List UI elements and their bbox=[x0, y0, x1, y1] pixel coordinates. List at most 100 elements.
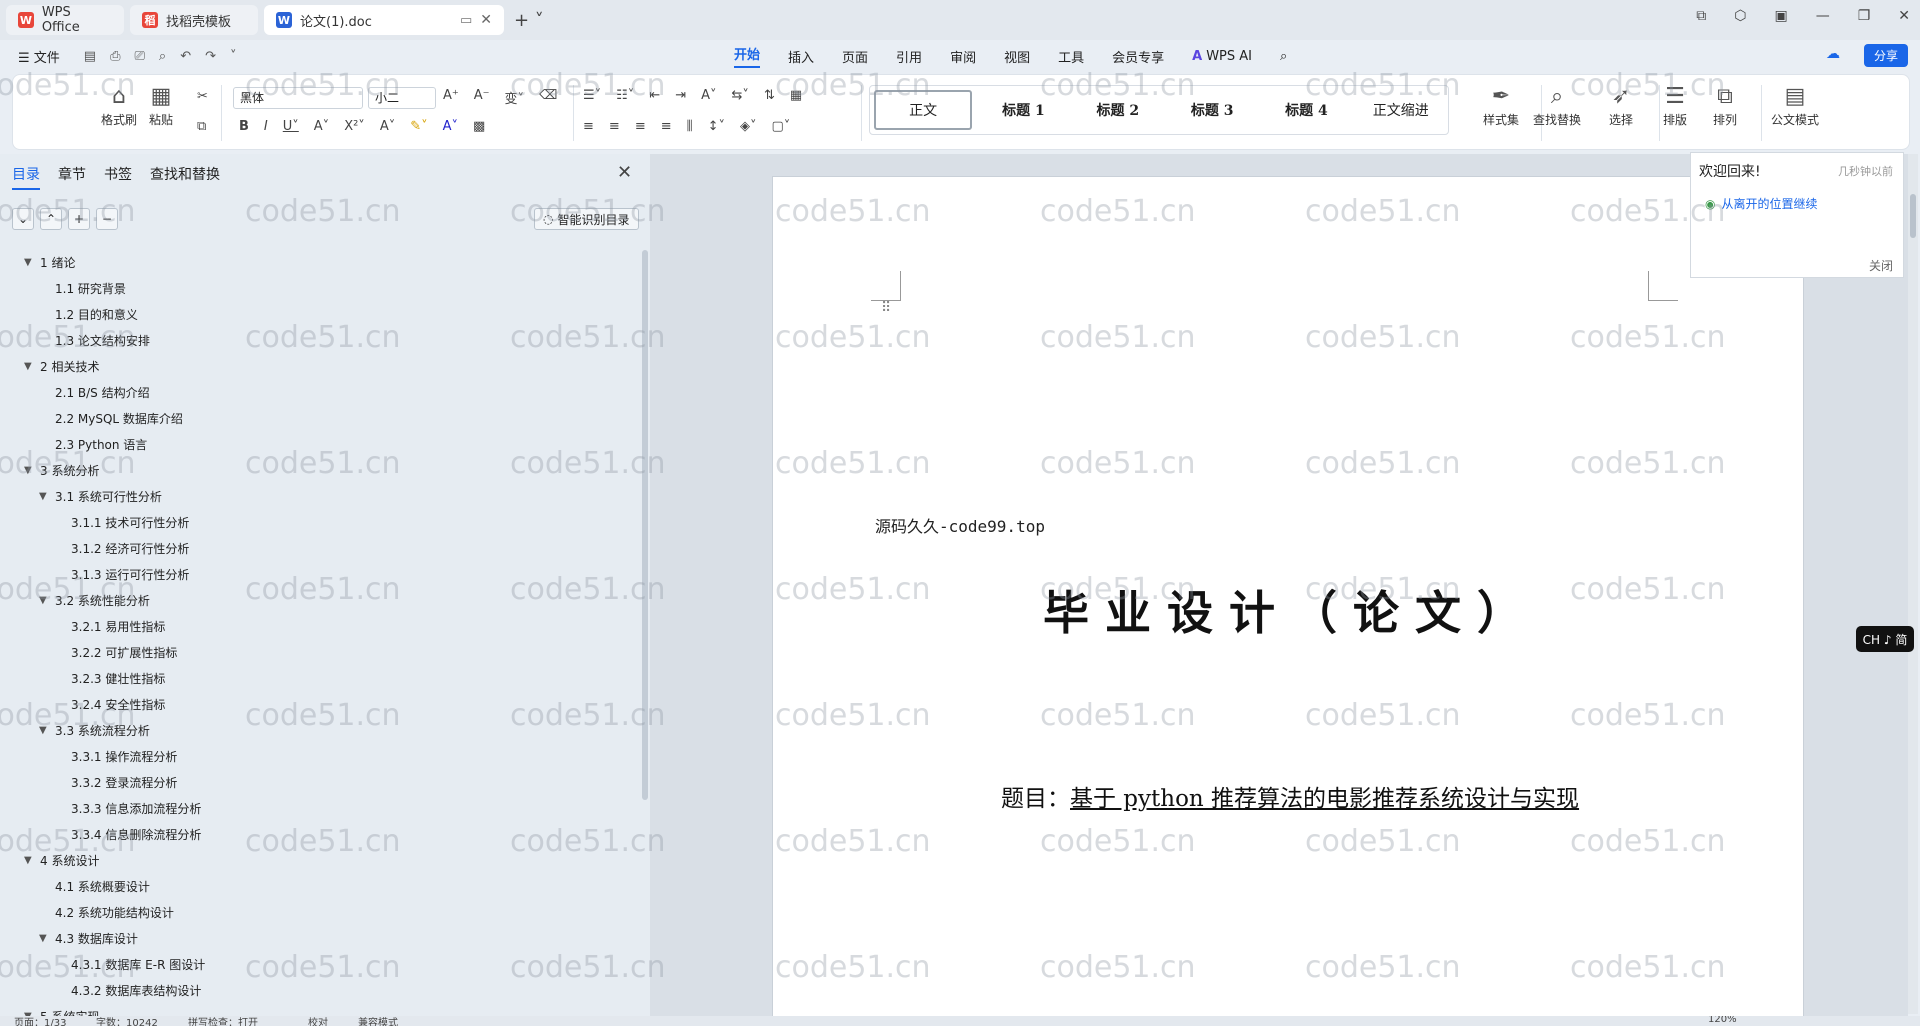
collapse-arrow-icon[interactable]: ▼ bbox=[39, 588, 47, 614]
justify-icon[interactable]: ≡ bbox=[661, 119, 672, 134]
print-icon[interactable]: ⎚ bbox=[135, 49, 145, 64]
nav-tab-bookmarks[interactable]: 书签 bbox=[104, 164, 132, 190]
toc-item[interactable]: ▼ 3.1 系统可行性分析 bbox=[0, 484, 640, 510]
paste-button[interactable]: ▦ 粘贴 bbox=[149, 83, 173, 128]
status-proof[interactable]: 校对 bbox=[308, 1016, 328, 1026]
collapse-arrow-icon[interactable]: ▼ bbox=[24, 354, 32, 380]
tab-document[interactable]: W 论文(1).doc ▭ ✕ bbox=[264, 5, 504, 35]
preview-icon[interactable]: ⌕ bbox=[159, 49, 166, 64]
file-menu[interactable]: ☰ 文件 bbox=[18, 47, 60, 66]
style-heading-2[interactable]: 标题 2 bbox=[1071, 100, 1165, 120]
toc-item[interactable]: ▼ 4 系统设计 bbox=[0, 848, 640, 874]
tab-home[interactable]: 开始 bbox=[734, 44, 761, 68]
doc-mode-button[interactable]: ▤ 公文模式 bbox=[1771, 83, 1819, 128]
line-break-icon[interactable]: ⇆˅ bbox=[732, 88, 749, 103]
add-heading-icon[interactable]: + bbox=[68, 208, 90, 230]
toc-item[interactable]: 4.1 系统概要设计 bbox=[0, 874, 640, 900]
char-shading-icon[interactable]: ▩ bbox=[473, 119, 485, 134]
find-replace-button[interactable]: ⌕ 查找替换 bbox=[1533, 83, 1581, 128]
collapse-arrow-icon[interactable]: ▼ bbox=[39, 718, 47, 744]
ime-indicator[interactable]: CH ♪ 简 bbox=[1856, 626, 1914, 652]
toc-item[interactable]: 1.3 论文结构安排 bbox=[0, 328, 640, 354]
font-size-select[interactable]: 小二 bbox=[368, 87, 436, 109]
arrange-button[interactable]: ⧉ 排列 bbox=[1713, 83, 1737, 128]
sort-icon[interactable]: ⇅ bbox=[764, 88, 775, 103]
nav-tab-chapters[interactable]: 章节 bbox=[58, 164, 86, 190]
style-indent[interactable]: 正文缩进 bbox=[1354, 100, 1448, 120]
toc-item[interactable]: 4.3.1 数据库 E-R 图设计 bbox=[0, 952, 640, 978]
toc-item[interactable]: 3.3.3 信息添加流程分析 bbox=[0, 796, 640, 822]
export-icon[interactable]: ⎙ bbox=[110, 49, 120, 64]
italic-icon[interactable]: I bbox=[264, 119, 268, 134]
search-icon[interactable]: ⌕ bbox=[1280, 49, 1287, 64]
new-tab-icon[interactable]: + ˅ bbox=[514, 10, 544, 31]
layout-button[interactable]: ☰ 排版 bbox=[1663, 83, 1687, 128]
font-color-icon[interactable]: A˅ bbox=[443, 119, 458, 134]
text-effect-icon[interactable]: A˅ bbox=[380, 119, 395, 134]
cloud-upload-icon[interactable]: ☁ bbox=[1826, 46, 1840, 62]
align-left-icon[interactable]: ≡ bbox=[583, 119, 594, 134]
style-heading-1[interactable]: 标题 1 bbox=[976, 100, 1070, 120]
status-zoom[interactable]: 120% bbox=[1708, 1016, 1737, 1025]
status-page[interactable]: 页面：1/33 bbox=[14, 1016, 66, 1026]
highlight-icon[interactable]: ✎˅ bbox=[410, 119, 427, 134]
toc-item[interactable]: 2.3 Python 语言 bbox=[0, 432, 640, 458]
style-normal[interactable]: 正文 bbox=[874, 90, 973, 130]
text-direction-icon[interactable]: A˅ bbox=[701, 88, 716, 103]
collapse-arrow-icon[interactable]: ▼ bbox=[24, 458, 32, 484]
nav-scrollbar[interactable] bbox=[642, 250, 648, 800]
box-icon[interactable]: ⬡ bbox=[1734, 8, 1746, 24]
toc-item[interactable]: 3.3.4 信息删除流程分析 bbox=[0, 822, 640, 848]
tab-references[interactable]: 引用 bbox=[896, 47, 922, 66]
notice-close-button[interactable]: 关闭 bbox=[1869, 257, 1893, 274]
toc-item[interactable]: 3.2.3 健壮性指标 bbox=[0, 666, 640, 692]
toc-item[interactable]: 1.1 研究背景 bbox=[0, 276, 640, 302]
expand-all-icon[interactable]: ⌄ bbox=[12, 208, 34, 230]
toc-item[interactable]: 1.2 目的和意义 bbox=[0, 302, 640, 328]
toc-item[interactable]: 4.3.2 数据库表结构设计 bbox=[0, 978, 640, 1004]
tab-insert[interactable]: 插入 bbox=[788, 47, 814, 66]
distribute-icon[interactable]: ⫼ bbox=[687, 119, 693, 134]
tab-member[interactable]: 会员专享 bbox=[1112, 47, 1164, 66]
toc-item[interactable]: 3.2.4 安全性指标 bbox=[0, 692, 640, 718]
toc-item[interactable]: 3.2.2 可扩展性指标 bbox=[0, 640, 640, 666]
toc-item[interactable]: 4.2 系统功能结构设计 bbox=[0, 900, 640, 926]
toc-item[interactable]: ▼ 2 相关技术 bbox=[0, 354, 640, 380]
toc-item[interactable]: 3.3.2 登录流程分析 bbox=[0, 770, 640, 796]
superscript-icon[interactable]: X²˅ bbox=[344, 119, 365, 134]
undo-icon[interactable]: ↶ bbox=[180, 49, 191, 64]
toc-item[interactable]: 3.3.1 操作流程分析 bbox=[0, 744, 640, 770]
border-icon[interactable]: ▢˅ bbox=[772, 119, 791, 134]
resume-link[interactable]: ◉ 从离开的位置继续 bbox=[1705, 195, 1818, 212]
numbered-list-icon[interactable]: ☷˅ bbox=[616, 88, 634, 103]
nav-tab-find-replace[interactable]: 查找和替换 bbox=[150, 164, 220, 190]
quick-dropdown-icon[interactable]: ˅ bbox=[230, 49, 237, 64]
table-handle-icon[interactable]: ⠿ bbox=[881, 300, 891, 316]
bold-icon[interactable]: B bbox=[239, 119, 249, 134]
layout-icon[interactable]: ⧉ bbox=[1696, 8, 1706, 24]
restore-icon[interactable]: ❐ bbox=[1858, 8, 1871, 24]
toc-item[interactable]: 2.2 MySQL 数据库介绍 bbox=[0, 406, 640, 432]
collapse-arrow-icon[interactable]: ▼ bbox=[24, 250, 32, 276]
align-right-icon[interactable]: ≡ bbox=[635, 119, 646, 134]
redo-icon[interactable]: ↷ bbox=[205, 49, 216, 64]
document-page[interactable]: ⠿ 源码久久-code99.top 毕业设计（论文） 题目：基于 python … bbox=[772, 176, 1804, 1026]
bullet-list-icon[interactable]: ☰˅ bbox=[583, 88, 601, 103]
minimize-icon[interactable]: — bbox=[1816, 8, 1830, 24]
grow-font-icon[interactable]: A⁺ bbox=[443, 88, 459, 107]
style-heading-3[interactable]: 标题 3 bbox=[1165, 100, 1259, 120]
collapse-arrow-icon[interactable]: ▼ bbox=[39, 926, 47, 952]
tab-page[interactable]: 页面 bbox=[842, 47, 868, 66]
shrink-font-icon[interactable]: A⁻ bbox=[474, 88, 490, 107]
toc-item[interactable]: ▼ 1 绪论 bbox=[0, 250, 640, 276]
underline-icon[interactable]: U˅ bbox=[283, 119, 299, 134]
decrease-indent-icon[interactable]: ⇤ bbox=[649, 88, 660, 103]
toc-item[interactable]: 3.1.2 经济可行性分析 bbox=[0, 536, 640, 562]
nav-tab-toc[interactable]: 目录 bbox=[12, 164, 40, 190]
toc-item[interactable]: 3.2.1 易用性指标 bbox=[0, 614, 640, 640]
tab-window-icon[interactable]: ▭ bbox=[460, 13, 472, 28]
clear-format-icon[interactable]: ⌫ bbox=[539, 88, 557, 107]
close-window-icon[interactable]: ✕ bbox=[1898, 8, 1910, 24]
cut-icon[interactable]: ✂ bbox=[197, 89, 208, 104]
strikethrough-icon[interactable]: A˅ bbox=[314, 119, 329, 134]
